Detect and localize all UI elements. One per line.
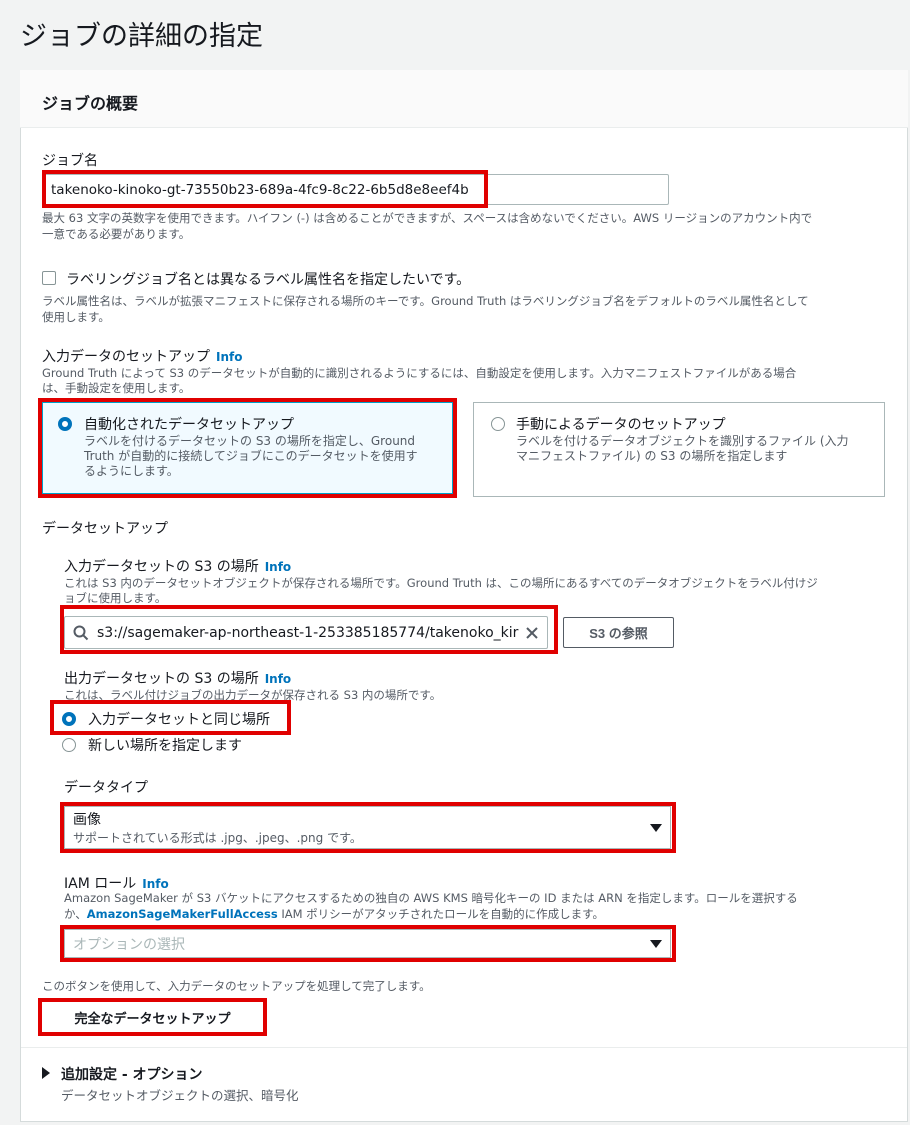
manual-setup-desc-1: ラベルを付けるデータオブジェクトを識別するファイル (入力	[516, 434, 849, 448]
input-location-label: 入力データセットの S3 の場所 Info	[64, 559, 292, 575]
output-location-info-link[interactable]: Info	[265, 672, 291, 686]
manual-setup-desc-2: マニフェストファイル) の S3 の場所を指定します	[516, 449, 788, 463]
s3-browse-button[interactable]: S3 の参照	[563, 617, 674, 648]
input-location-hint-2: ョブに使用します。	[64, 591, 167, 605]
radio-output-new[interactable]	[62, 738, 76, 752]
divider	[21, 1047, 907, 1048]
label-attribute-checkbox[interactable]	[42, 271, 56, 285]
job-name-label: ジョブ名	[42, 153, 98, 169]
output-location-label: 出力データセットの S3 の場所 Info	[64, 671, 292, 687]
highlight-output-same	[50, 700, 291, 735]
iam-role-hint-1: Amazon SageMaker が S3 バケットにアクセスするための独自の …	[64, 891, 798, 905]
highlight-iam-role	[60, 925, 676, 962]
input-setup-hint-2: は、手動設定を使用します。	[42, 381, 191, 395]
expand-caret-icon[interactable]	[42, 1067, 50, 1079]
input-setup-info-link[interactable]: Info	[216, 350, 242, 364]
panel-header	[20, 70, 908, 128]
highlight-complete-button	[38, 998, 267, 1036]
panel-title: ジョブの概要	[42, 94, 139, 113]
highlight-input-location	[60, 605, 558, 654]
highlight-job-name	[42, 170, 488, 208]
highlight-data-type	[60, 802, 676, 853]
job-name-hint-2: 一意である必要があります。	[42, 227, 191, 241]
input-location-info-link[interactable]: Info	[265, 560, 291, 574]
page-title: ジョブの詳細の指定	[20, 21, 263, 52]
input-location-hint-1: これは S3 内のデータセットオブジェクトが保存される場所です。Ground T…	[64, 576, 818, 590]
label-attribute-hint-2: 使用します。	[42, 310, 110, 324]
full-access-policy-link[interactable]: AmazonSageMakerFullAccess	[87, 907, 278, 921]
input-setup-label: 入力データのセットアップ Info	[42, 349, 243, 365]
data-type-label: データタイプ	[64, 780, 148, 796]
complete-hint: このボタンを使用して、入力データのセットアップを処理して完了します。	[42, 979, 431, 993]
job-name-hint-1: 最大 63 文字の英数字を使用できます。ハイフン (-) は含めることができます…	[42, 211, 813, 225]
radio-manual-setup[interactable]	[491, 417, 505, 431]
additional-settings-title[interactable]: 追加設定 - オプション	[61, 1064, 203, 1084]
input-setup-hint-1: Ground Truth によって S3 のデータセットが自動的に識別されるよう…	[42, 366, 797, 380]
manual-setup-title: 手動によるデータのセットアップ	[516, 417, 726, 433]
data-setup-label: データセットアップ	[42, 521, 168, 537]
highlight-auto-setup	[38, 398, 457, 498]
output-new-label[interactable]: 新しい場所を指定します	[88, 735, 242, 755]
additional-settings-desc: データセットオブジェクトの選択、暗号化	[61, 1088, 299, 1103]
iam-role-info-link[interactable]: Info	[142, 877, 168, 891]
label-attribute-checkbox-label[interactable]: ラベリングジョブ名とは異なるラベル属性名を指定したいです。	[66, 269, 470, 289]
iam-role-hint-2: か、AmazonSageMakerFullAccess IAM ポリシーがアタッ…	[64, 907, 605, 921]
label-attribute-hint-1: ラベル属性名は、ラベルが拡張マニフェストに保存される場所のキーです。Ground…	[42, 294, 809, 308]
